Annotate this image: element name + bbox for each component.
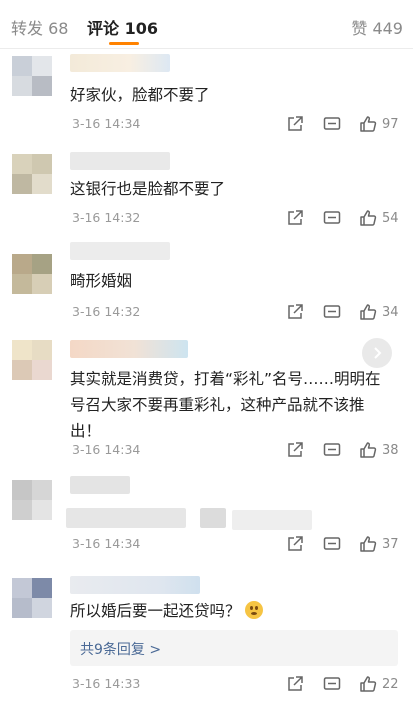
thumbs-up-icon[interactable] xyxy=(358,114,378,134)
like-count: 54 xyxy=(382,211,399,226)
comment-item: 畸形婚姻 3-16 14:32 34 xyxy=(0,240,413,330)
username-blurred[interactable] xyxy=(70,152,170,170)
comment-footer: 3-16 14:34 38 xyxy=(0,440,413,462)
like-count: 97 xyxy=(382,117,399,132)
thumbs-up-icon[interactable] xyxy=(358,674,378,694)
comment-item: 所以婚后要一起还贷吗？ 共9条回复 > 3-16 14:33 22 xyxy=(0,572,413,702)
chevron-right-icon xyxy=(374,347,382,359)
comment-item: 3-16 14:34 37 xyxy=(0,474,413,564)
comment-icon[interactable] xyxy=(322,208,342,228)
comment-footer: 3-16 14:33 22 xyxy=(0,674,413,696)
like-count: 34 xyxy=(382,305,399,320)
comment-time: 3-16 14:34 xyxy=(72,536,141,551)
comment-time: 3-16 14:32 xyxy=(72,304,141,319)
comment-icon[interactable] xyxy=(322,302,342,322)
comment-tabs: 转发 68 评论 106 赞 449 xyxy=(0,0,413,49)
comment-text: 这银行也是脸都不要了 xyxy=(70,180,226,198)
avatar[interactable] xyxy=(12,154,52,194)
thumbs-up-icon[interactable] xyxy=(358,440,378,460)
comment-time: 3-16 14:32 xyxy=(72,210,141,225)
like-count: 38 xyxy=(382,443,399,458)
like-count: 22 xyxy=(382,677,399,692)
comment-text: 畸形婚姻 xyxy=(70,272,133,290)
comment-footer: 3-16 14:34 37 xyxy=(0,534,413,556)
avatar[interactable] xyxy=(12,480,52,520)
avatar[interactable] xyxy=(12,340,52,380)
comment-icon[interactable] xyxy=(322,674,342,694)
like-count: 37 xyxy=(382,537,399,552)
replies-box[interactable]: 共9条回复 > xyxy=(70,630,398,666)
comment-item: 好家伙，脸都不要了 3-16 14:34 97 xyxy=(0,52,413,142)
blurred-text xyxy=(66,508,186,528)
avatar[interactable] xyxy=(12,254,52,294)
username-blurred[interactable] xyxy=(70,54,170,72)
thinking-face-emoji xyxy=(244,601,263,619)
comment-text-content: 所以婚后要一起还贷吗？ xyxy=(70,602,241,620)
share-icon[interactable] xyxy=(285,114,305,134)
username-blurred[interactable] xyxy=(70,576,200,594)
thumbs-up-icon[interactable] xyxy=(358,302,378,322)
thumbs-up-icon[interactable] xyxy=(358,534,378,554)
share-icon[interactable] xyxy=(285,208,305,228)
username-blurred[interactable] xyxy=(70,340,188,358)
comment-icon[interactable] xyxy=(322,440,342,460)
thumbs-up-icon[interactable] xyxy=(358,208,378,228)
comment-footer: 3-16 14:32 34 xyxy=(0,302,413,324)
share-icon[interactable] xyxy=(285,674,305,694)
blurred-text xyxy=(232,510,312,530)
comment-icon[interactable] xyxy=(322,534,342,554)
share-icon[interactable] xyxy=(285,534,305,554)
active-tab-indicator xyxy=(109,42,139,45)
comment-item: 其实就是消费贷，打着“彩礼”名号……明明在号召大家不要再重彩礼，这种产品就不该推… xyxy=(0,336,413,476)
comment-time: 3-16 14:34 xyxy=(72,116,141,131)
avatar[interactable] xyxy=(12,578,52,618)
share-icon[interactable] xyxy=(285,302,305,322)
comment-text: 好家伙，脸都不要了 xyxy=(70,86,210,104)
username-blurred[interactable] xyxy=(70,476,130,494)
username-blurred[interactable] xyxy=(70,242,170,260)
comment-footer: 3-16 14:34 97 xyxy=(0,114,413,136)
comment-text: 所以婚后要一起还贷吗？ xyxy=(70,598,400,624)
comment-time: 3-16 14:33 xyxy=(72,676,141,691)
comment-item: 这银行也是脸都不要了 3-16 14:32 54 xyxy=(0,148,413,238)
comment-icon[interactable] xyxy=(322,114,342,134)
comment-text: 其实就是消费贷，打着“彩礼”名号……明明在号召大家不要再重彩礼，这种产品就不该推… xyxy=(70,370,381,440)
scroll-next-button[interactable] xyxy=(362,338,392,368)
tab-likes[interactable]: 赞 449 xyxy=(351,15,403,39)
blurred-text xyxy=(200,508,226,528)
share-icon[interactable] xyxy=(285,440,305,460)
comment-footer: 3-16 14:32 54 xyxy=(0,208,413,230)
view-replies-link[interactable]: 共9条回复 > xyxy=(80,639,161,659)
tab-forward[interactable]: 转发 68 xyxy=(11,15,68,39)
avatar[interactable] xyxy=(12,56,52,96)
comment-time: 3-16 14:34 xyxy=(72,442,141,457)
